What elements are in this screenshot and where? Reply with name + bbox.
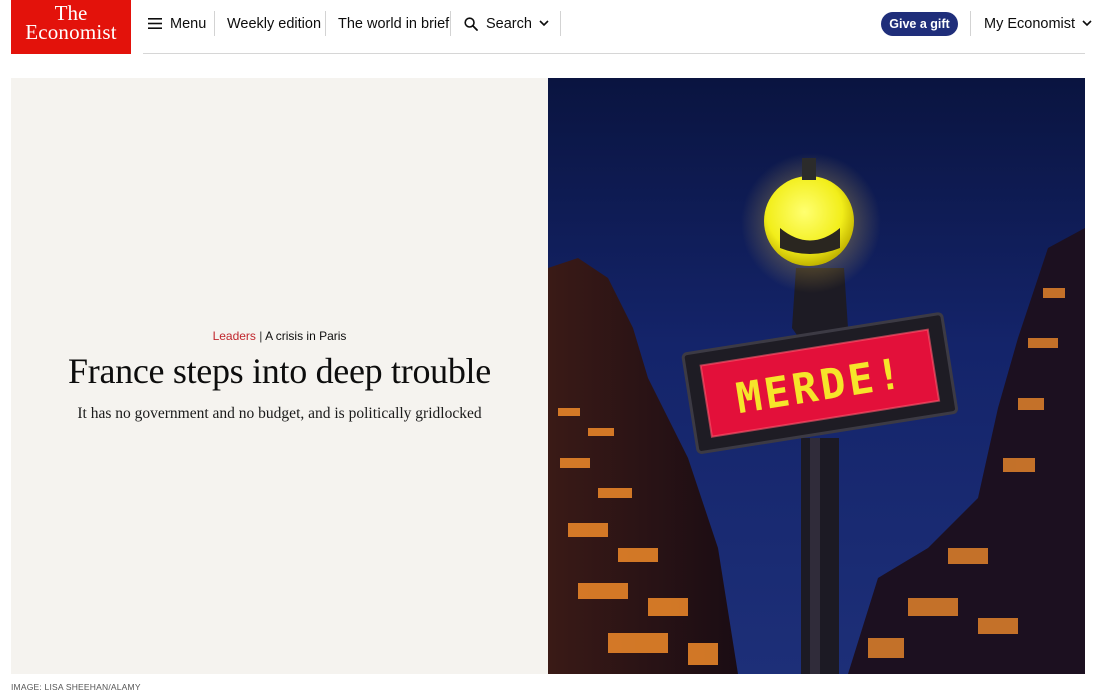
chevron-down-icon: [539, 20, 549, 27]
nav-divider: [450, 11, 451, 36]
my-economist-label: My Economist: [984, 15, 1076, 32]
rubric-divider: |: [259, 329, 263, 343]
chevron-down-icon: [1082, 20, 1092, 27]
paris-metro-sign-illustration: MERDE!: [548, 78, 1085, 674]
nav-divider: [325, 11, 326, 36]
nav-divider: [560, 11, 561, 36]
menu-button[interactable]: Menu: [148, 11, 206, 36]
give-a-gift-label: Give a gift: [889, 17, 950, 31]
logo-line-2: Economist: [25, 20, 117, 44]
give-a-gift-button[interactable]: Give a gift: [881, 12, 958, 36]
image-credit: IMAGE: LISA SHEEHAN/ALAMY: [11, 682, 141, 692]
hamburger-icon: [148, 18, 162, 29]
menu-label: Menu: [170, 15, 207, 32]
nav-divider: [214, 11, 215, 36]
weekly-edition-link[interactable]: Weekly edition: [227, 11, 321, 36]
hero-text-panel: Leaders | A crisis in Paris France steps…: [11, 78, 548, 674]
article-rubric: Leaders | A crisis in Paris: [11, 329, 548, 343]
flytitle: A crisis in Paris: [265, 329, 347, 343]
weekly-edition-label: Weekly edition: [227, 15, 322, 32]
hero-image[interactable]: MERDE!: [548, 78, 1085, 674]
article-headline[interactable]: France steps into deep trouble: [11, 350, 548, 392]
search-button[interactable]: Search: [464, 11, 549, 36]
world-in-brief-label: The world in brief: [338, 15, 450, 32]
my-economist-menu[interactable]: My Economist: [984, 11, 1092, 36]
economist-logo[interactable]: The Economist: [11, 0, 131, 54]
world-in-brief-link[interactable]: The world in brief: [338, 11, 449, 36]
search-icon: [464, 16, 478, 31]
top-navigation: Menu Weekly edition The world in brief S…: [143, 0, 1092, 54]
search-label: Search: [486, 15, 532, 32]
section-link[interactable]: Leaders: [213, 329, 256, 343]
nav-divider: [970, 11, 971, 36]
article-standfirst: It has no government and no budget, and …: [77, 405, 482, 422]
